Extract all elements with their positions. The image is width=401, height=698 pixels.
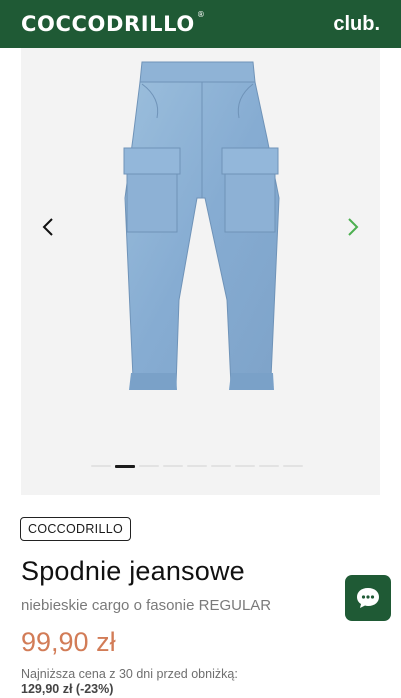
product-price: 99,90 zł — [21, 627, 116, 657]
product-image-jeans — [123, 61, 280, 390]
product-image-gallery[interactable] — [21, 48, 380, 495]
gallery-dot[interactable] — [211, 465, 231, 467]
gallery-dot[interactable] — [115, 464, 135, 468]
chat-bubble-icon — [357, 588, 379, 608]
product-title: Spodnie jeansowe — [21, 556, 245, 586]
gallery-dot[interactable] — [91, 465, 111, 467]
gallery-pagination — [91, 464, 303, 468]
top-header: COCCODRILLO ® club. — [0, 0, 401, 48]
chevron-right-icon — [348, 218, 359, 236]
club-link[interactable]: club. — [333, 13, 380, 36]
previous-image-button[interactable] — [35, 214, 61, 240]
lowest-price-label: Najniższa cena z 30 dni przed obniżką: — [21, 667, 238, 681]
brand-logo[interactable]: COCCODRILLO ® — [21, 10, 205, 36]
lowest-price-value: 129,90 zł (-23%) — [21, 682, 114, 696]
chevron-left-icon — [42, 218, 53, 236]
brand-tag[interactable]: COCCODRILLO — [20, 517, 131, 541]
gallery-dot[interactable] — [235, 465, 255, 467]
product-subtitle: niebieskie cargo o fasonie REGULAR — [21, 597, 272, 614]
gallery-dot[interactable] — [187, 465, 207, 467]
gallery-dot[interactable] — [259, 465, 279, 467]
gallery-dot[interactable] — [139, 465, 159, 467]
next-image-button[interactable] — [340, 214, 366, 240]
gallery-dot[interactable] — [283, 465, 303, 467]
chat-button[interactable] — [345, 575, 391, 621]
gallery-dot[interactable] — [163, 465, 183, 467]
